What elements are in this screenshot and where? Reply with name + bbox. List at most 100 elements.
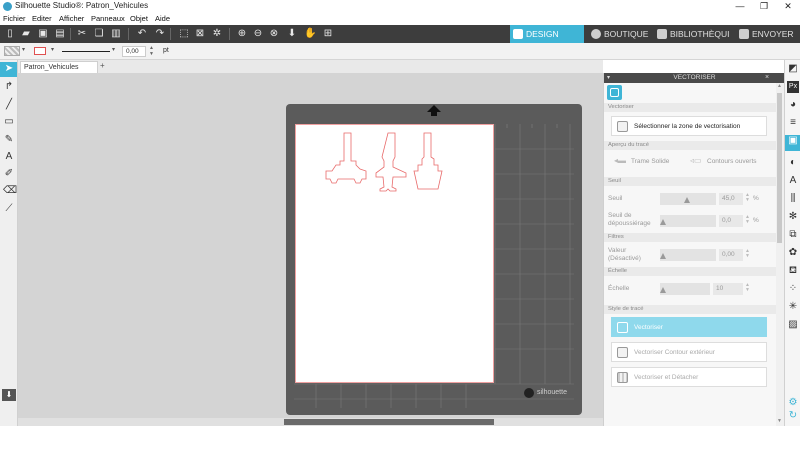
tab-design[interactable]: DESIGN: [510, 25, 584, 43]
slider-handle[interactable]: [660, 287, 666, 293]
despeckle-slider[interactable]: [660, 215, 716, 227]
despeckle-stepper[interactable]: ▲ ▼: [745, 215, 750, 225]
menu-object[interactable]: Objet: [130, 14, 148, 23]
zoom-area-icon[interactable]: ⊗: [268, 28, 280, 40]
line-color-swatch-icon[interactable]: [34, 47, 46, 55]
text-style-icon[interactable]: A: [787, 175, 799, 187]
open-folder-icon[interactable]: ▰: [20, 28, 32, 40]
refresh-icon[interactable]: ↻: [787, 410, 799, 422]
save-icon[interactable]: ▣: [37, 28, 49, 40]
chevron-down-icon[interactable]: ▾: [51, 46, 54, 53]
library-drawer-icon[interactable]: ⬇: [2, 389, 16, 401]
preview-solid-option[interactable]: Trame Solide: [631, 158, 669, 166]
line-tool-icon[interactable]: ╱: [3, 99, 15, 111]
slider-handle[interactable]: [684, 197, 690, 203]
panel-close-icon[interactable]: ×: [765, 73, 769, 83]
trace-panel-icon[interactable]: [607, 85, 622, 100]
chevron-down-icon[interactable]: ▾: [112, 46, 115, 53]
offset-icon[interactable]: ✿: [787, 247, 799, 259]
redo-icon[interactable]: ↷: [154, 28, 166, 40]
pan-hand-icon[interactable]: ✋: [304, 28, 316, 40]
scrollbar-thumb[interactable]: [777, 93, 782, 243]
page-area[interactable]: [295, 124, 494, 383]
copy-icon[interactable]: ❏: [93, 28, 105, 40]
tab-store[interactable]: BOUTIQUE: [588, 25, 652, 43]
text-edit-icon[interactable]: ✐: [3, 168, 15, 180]
line-style-icon[interactable]: ≡: [787, 117, 799, 129]
rhinestone-icon[interactable]: ⁘: [787, 283, 799, 295]
scroll-down-icon[interactable]: ▼: [777, 418, 782, 424]
pixscan-icon[interactable]: Px: [787, 81, 799, 93]
filter-slider[interactable]: [660, 249, 716, 261]
vectorise-detach-button[interactable]: Vectoriser et Détacher: [611, 367, 767, 387]
vectorise-button[interactable]: Vectoriser: [611, 317, 767, 337]
menu-help[interactable]: Aide: [155, 14, 170, 23]
text-tool-icon[interactable]: A: [3, 151, 15, 163]
pencil-tool-icon[interactable]: ✎: [3, 134, 15, 146]
paste-icon[interactable]: ▥: [110, 28, 122, 40]
fit-selection-icon[interactable]: ⊞: [322, 28, 334, 40]
settings-gear-icon[interactable]: ⚙: [787, 397, 799, 409]
contrast-icon[interactable]: ◐: [787, 157, 799, 169]
filter-stepper[interactable]: ▲ ▼: [745, 249, 750, 259]
replicate-icon[interactable]: ✻: [787, 211, 799, 223]
trace-select-icon[interactable]: ✲: [211, 28, 223, 40]
menu-file[interactable]: Fichier: [3, 14, 26, 23]
warp-icon[interactable]: ⛾: [787, 265, 799, 277]
rectangle-tool-icon[interactable]: ▭: [3, 116, 15, 128]
fit-page-icon[interactable]: ⬇: [286, 28, 298, 40]
select-all-icon[interactable]: ⬚: [178, 28, 190, 40]
threshold-slider[interactable]: [660, 193, 716, 205]
fill-swatch-icon[interactable]: [4, 46, 20, 56]
panel-scrollbar[interactable]: ▲ ▼: [776, 83, 784, 426]
zoom-out-icon[interactable]: ⊖: [252, 28, 264, 40]
scale-input[interactable]: 10: [713, 283, 743, 295]
fill-color-icon[interactable]: ◕: [787, 99, 799, 111]
slider-handle[interactable]: [660, 219, 666, 225]
new-document-icon[interactable]: ▯: [4, 28, 16, 40]
filter-value-input[interactable]: 0,00: [719, 249, 743, 261]
minimize-button[interactable]: —: [728, 0, 752, 13]
vehicle-cut-shapes[interactable]: [296, 125, 495, 384]
deselect-icon[interactable]: ⊠: [194, 28, 206, 40]
slider-handle[interactable]: [660, 253, 666, 259]
tab-send[interactable]: ENVOYER: [736, 25, 800, 43]
collapse-chevron-icon[interactable]: ▾: [607, 73, 610, 83]
sketch-icon[interactable]: ✳: [787, 301, 799, 313]
document-tab[interactable]: Patron_Vehicules: [20, 61, 98, 73]
knife-tool-icon[interactable]: ⟋: [3, 203, 15, 215]
page-setup-icon[interactable]: ◩: [787, 63, 799, 75]
canvas-horizontal-scrollbar[interactable]: [18, 418, 603, 426]
scroll-up-icon[interactable]: ▲: [777, 83, 782, 89]
select-trace-area-button[interactable]: Sélectionner la zone de vectorisation: [611, 116, 767, 136]
tab-library[interactable]: BIBLIOTHÈQUI: [654, 25, 730, 43]
preview-open-option[interactable]: Contours ouverts: [707, 158, 757, 166]
line-width-stepper[interactable]: ▲ ▼: [149, 45, 154, 57]
menu-view[interactable]: Afficher: [59, 14, 84, 23]
despeckle-input[interactable]: 0,0: [719, 215, 743, 227]
menu-edit[interactable]: Editer: [32, 14, 52, 23]
trace-icon[interactable]: ▣: [785, 135, 800, 151]
design-canvas[interactable]: silhouette: [18, 73, 603, 418]
menu-panels[interactable]: Panneaux: [91, 14, 125, 23]
scale-slider[interactable]: [660, 283, 710, 295]
zoom-in-icon[interactable]: ⊕: [236, 28, 248, 40]
threshold-stepper[interactable]: ▲ ▼: [745, 193, 750, 203]
point-edit-icon[interactable]: ↱: [3, 81, 15, 93]
emboss-icon[interactable]: ▨: [787, 319, 799, 331]
cut-icon[interactable]: ✂: [76, 28, 88, 40]
chevron-down-icon[interactable]: ▾: [22, 46, 25, 53]
line-width-input[interactable]: 0,00: [122, 46, 146, 57]
threshold-input[interactable]: 45,0: [719, 193, 743, 205]
scrollbar-thumb[interactable]: [284, 419, 494, 425]
align-icon[interactable]: ⫼: [787, 193, 799, 205]
vectorise-outer-button[interactable]: Vectoriser Contour extérieur: [611, 342, 767, 362]
modify-icon[interactable]: ⧉: [787, 229, 799, 241]
line-style-preview[interactable]: [62, 51, 110, 52]
print-icon[interactable]: ▤: [54, 28, 66, 40]
new-tab-button[interactable]: +: [100, 61, 105, 70]
maximize-button[interactable]: ❐: [752, 0, 776, 13]
close-button[interactable]: ✕: [776, 0, 800, 13]
eraser-tool-icon[interactable]: ⌫: [3, 185, 17, 197]
select-arrow-icon[interactable]: ➤: [3, 63, 15, 75]
